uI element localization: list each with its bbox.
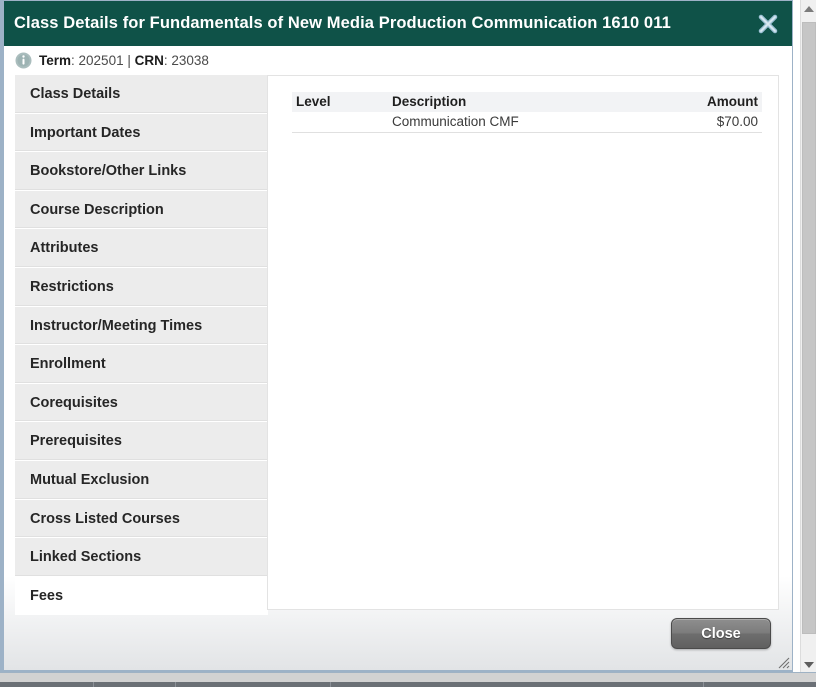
fees-panel: Level Description Amount Communication C…	[267, 75, 779, 610]
tab-bookstore-other-links[interactable]: Bookstore/Other Links	[15, 152, 268, 191]
taskbar-bottom-strip	[0, 682, 816, 687]
scroll-down-arrow-icon[interactable]	[801, 656, 816, 673]
screen: Class Details for Fundamentals of New Me…	[0, 0, 816, 687]
tab-attributes[interactable]: Attributes	[15, 229, 268, 268]
info-circle-icon	[15, 52, 32, 69]
tab-enrollment[interactable]: Enrollment	[15, 345, 268, 384]
tab-mutual-exclusion[interactable]: Mutual Exclusion	[15, 460, 268, 500]
taskbar-divider	[93, 682, 94, 687]
tab-prerequisites[interactable]: Prerequisites	[15, 422, 268, 461]
tab-label: Fees	[30, 587, 64, 604]
crn-value: 23038	[171, 53, 209, 68]
cell-level	[292, 112, 388, 133]
resize-grip-icon[interactable]	[775, 654, 790, 669]
column-header-level: Level	[292, 92, 388, 112]
fees-table: Level Description Amount Communication C…	[292, 92, 762, 133]
tab-important-dates[interactable]: Important Dates	[15, 113, 268, 153]
crn-label: CRN	[134, 53, 164, 68]
fees-table-body: Communication CMF $70.00	[292, 112, 762, 133]
term-value: 202501	[78, 53, 124, 68]
scrollbar-thumb[interactable]	[802, 22, 816, 634]
term-crn-info-line: Term: 202501 | CRN: 23038	[4, 46, 792, 75]
tab-label: Instructor/Meeting Times	[30, 317, 203, 334]
dialog-titlebar: Class Details for Fundamentals of New Me…	[4, 1, 792, 46]
tab-label: Course Description	[30, 201, 164, 218]
browser-scrollbar[interactable]	[800, 0, 816, 673]
tab-label: Restrictions	[30, 278, 114, 295]
cell-description: Communication CMF	[388, 112, 666, 133]
term-crn-text: Term: 202501 | CRN: 23038	[39, 53, 209, 68]
close-x-icon[interactable]	[754, 10, 782, 38]
tab-label: Enrollment	[30, 356, 106, 373]
tab-cross-listed-courses[interactable]: Cross Listed Courses	[15, 499, 268, 539]
tab-linked-sections[interactable]: Linked Sections	[15, 538, 268, 577]
dialog-body: Class Details Important Dates Bookstore/…	[15, 75, 779, 616]
tab-label: Class Details	[30, 86, 121, 102]
tab-restrictions[interactable]: Restrictions	[15, 267, 268, 307]
tab-label: Corequisites	[30, 394, 118, 411]
tab-label: Cross Listed Courses	[30, 510, 180, 527]
term-label: Term	[39, 53, 72, 68]
taskbar-divider	[703, 682, 704, 687]
scroll-up-arrow-icon[interactable]	[801, 0, 816, 17]
fees-table-header-row: Level Description Amount	[292, 92, 762, 112]
tab-instructor-meeting-times[interactable]: Instructor/Meeting Times	[15, 306, 268, 346]
tab-label: Bookstore/Other Links	[30, 163, 187, 180]
taskbar-divider	[330, 682, 331, 687]
tab-course-description[interactable]: Course Description	[15, 190, 268, 230]
tab-fees[interactable]: Fees	[15, 576, 268, 616]
dialog-title: Class Details for Fundamentals of New Me…	[14, 14, 671, 32]
tab-label: Mutual Exclusion	[30, 471, 150, 488]
class-details-dialog: Class Details for Fundamentals of New Me…	[0, 0, 793, 673]
tab-class-details[interactable]: Class Details	[15, 75, 268, 114]
tab-corequisites[interactable]: Corequisites	[15, 383, 268, 423]
tab-label: Linked Sections	[30, 549, 142, 566]
tab-label: Important Dates	[30, 124, 141, 141]
tab-label: Prerequisites	[30, 433, 122, 450]
column-header-amount: Amount	[666, 92, 762, 112]
table-row: Communication CMF $70.00	[292, 112, 762, 133]
info-separator: |	[123, 53, 135, 68]
tab-label: Attributes	[30, 240, 99, 257]
fees-table-head: Level Description Amount	[292, 92, 762, 112]
column-header-description: Description	[388, 92, 666, 112]
taskbar-divider	[175, 682, 176, 687]
dialog-footer: Close	[4, 613, 792, 670]
close-button[interactable]: Close	[671, 618, 771, 649]
details-tablist: Class Details Important Dates Bookstore/…	[15, 75, 268, 616]
term-colon: :	[71, 53, 79, 68]
cell-amount: $70.00	[666, 112, 762, 133]
